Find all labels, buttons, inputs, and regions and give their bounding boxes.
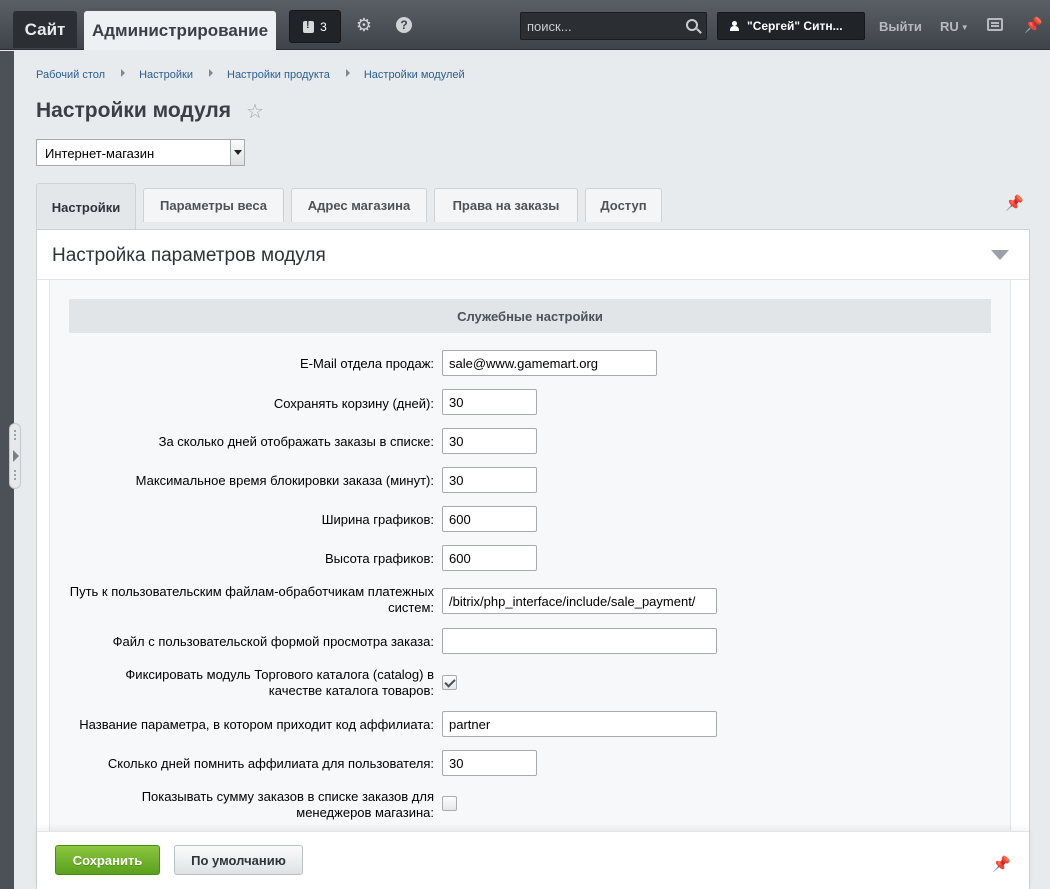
pin-icon[interactable]: 📌	[992, 855, 1011, 873]
user-menu-button[interactable]: "Сергей" Ситн...	[717, 12, 865, 40]
chevron-down-icon: ▼	[960, 23, 969, 33]
module-select-value: Интернет-магазин	[45, 146, 155, 161]
collapse-triangle-icon[interactable]	[991, 250, 1009, 260]
chart-height-input[interactable]	[442, 545, 537, 571]
grip-icon	[14, 430, 16, 432]
cart-days-input[interactable]	[442, 389, 537, 415]
search-box	[520, 12, 707, 40]
search-icon[interactable]	[686, 19, 698, 31]
field-label-chart-height: Высота графиков:	[325, 551, 434, 566]
pin-icon[interactable]: 📌	[1005, 194, 1024, 212]
field-label-affiliate-param: Название параметра, в котором приходит к…	[79, 717, 434, 732]
affiliate-param-input[interactable]	[442, 711, 717, 737]
keyboard-icon[interactable]	[987, 18, 1003, 31]
payment-handlers-path-input[interactable]	[442, 588, 717, 614]
favorite-star-icon[interactable]: ☆	[246, 99, 264, 124]
section-header: Служебные настройки	[69, 299, 991, 333]
field-label-chart-width: Ширина графиков:	[321, 512, 434, 527]
language-label: RU	[940, 19, 959, 34]
default-button[interactable]: По умолчанию	[174, 845, 303, 875]
breadcrumb-separator-icon	[121, 69, 126, 77]
pin-icon[interactable]: 📌	[1024, 16, 1043, 34]
field-label-fix-catalog-module: Фиксировать модуль Торгового каталога (c…	[125, 667, 434, 698]
breadcrumb-item-product-settings[interactable]: Настройки продукта	[227, 69, 330, 81]
notifications-button[interactable]: 3	[289, 10, 341, 43]
chevron-right-icon	[13, 450, 19, 462]
top-admin-bar: Сайт Администрирование 3 ⚙ ? "Сергей" Си…	[0, 0, 1050, 50]
field-label-show-orders-sum: Показывать сумму заказов в списке заказо…	[141, 789, 434, 820]
notification-icon	[303, 20, 315, 33]
order-view-form-input[interactable]	[442, 628, 717, 654]
tab-shop-address[interactable]: Адрес магазина	[291, 188, 427, 222]
tab-order-rights[interactable]: Права на заказы	[434, 188, 578, 222]
affiliate-days-input[interactable]	[442, 750, 537, 776]
breadcrumb-item-module-settings[interactable]: Настройки модулей	[364, 69, 465, 81]
chevron-down-icon[interactable]	[230, 140, 244, 165]
field-label-lock-time: Максимальное время блокировки заказа (ми…	[135, 473, 434, 488]
module-select[interactable]: Интернет-магазин	[36, 139, 245, 166]
breadcrumb-item-settings[interactable]: Настройки	[139, 69, 193, 81]
breadcrumb: Рабочий стол Настройки Настройки продукт…	[36, 69, 465, 81]
page-title: Настройки модуля	[36, 99, 232, 122]
menu-expand-handle[interactable]	[9, 423, 21, 489]
user-name: "Сергей" Ситн...	[747, 19, 843, 33]
field-label-order-view-form: Файл с пользовательской формой просмотра…	[112, 634, 434, 649]
panel-title: Настройка параметров модуля	[52, 245, 326, 266]
field-label-affiliate-days: Сколько дней помнить аффилиата для польз…	[107, 756, 434, 771]
breadcrumb-item-desktop[interactable]: Рабочий стол	[36, 69, 105, 81]
notifications-count: 3	[320, 19, 327, 34]
lock-time-input[interactable]	[442, 467, 537, 493]
breadcrumb-separator-icon	[345, 69, 350, 77]
field-label-orders-days: За сколько дней отображать заказы в спис…	[158, 434, 434, 449]
grip-icon	[14, 470, 16, 472]
show-orders-sum-checkbox[interactable]	[442, 796, 457, 811]
site-tab[interactable]: Сайт	[13, 11, 77, 48]
breadcrumb-separator-icon	[209, 69, 213, 77]
tab-weight-params[interactable]: Параметры веса	[143, 188, 284, 222]
gear-icon[interactable]: ⚙	[355, 16, 373, 34]
user-icon	[730, 21, 739, 31]
field-label-cart-days: Сохранять корзину (дней):	[273, 396, 434, 411]
search-input[interactable]	[521, 13, 681, 39]
tab-settings[interactable]: Настройки	[36, 183, 136, 230]
sales-email-input[interactable]	[442, 350, 657, 376]
chart-width-input[interactable]	[442, 506, 537, 532]
tab-access[interactable]: Доступ	[585, 188, 662, 222]
field-label-payment-handlers-path: Путь к пользовательским файлам-обработчи…	[69, 584, 434, 615]
help-icon[interactable]: ?	[396, 17, 412, 33]
logout-link[interactable]: Выйти	[879, 19, 922, 34]
language-selector[interactable]: RU ▼	[940, 19, 969, 34]
save-button[interactable]: Сохранить	[55, 845, 160, 875]
orders-days-input[interactable]	[442, 428, 537, 454]
field-label-sales-email: E-Mail отдела продаж:	[299, 356, 434, 371]
admin-tab[interactable]: Администрирование	[84, 11, 276, 50]
fix-catalog-module-checkbox[interactable]	[442, 675, 457, 690]
